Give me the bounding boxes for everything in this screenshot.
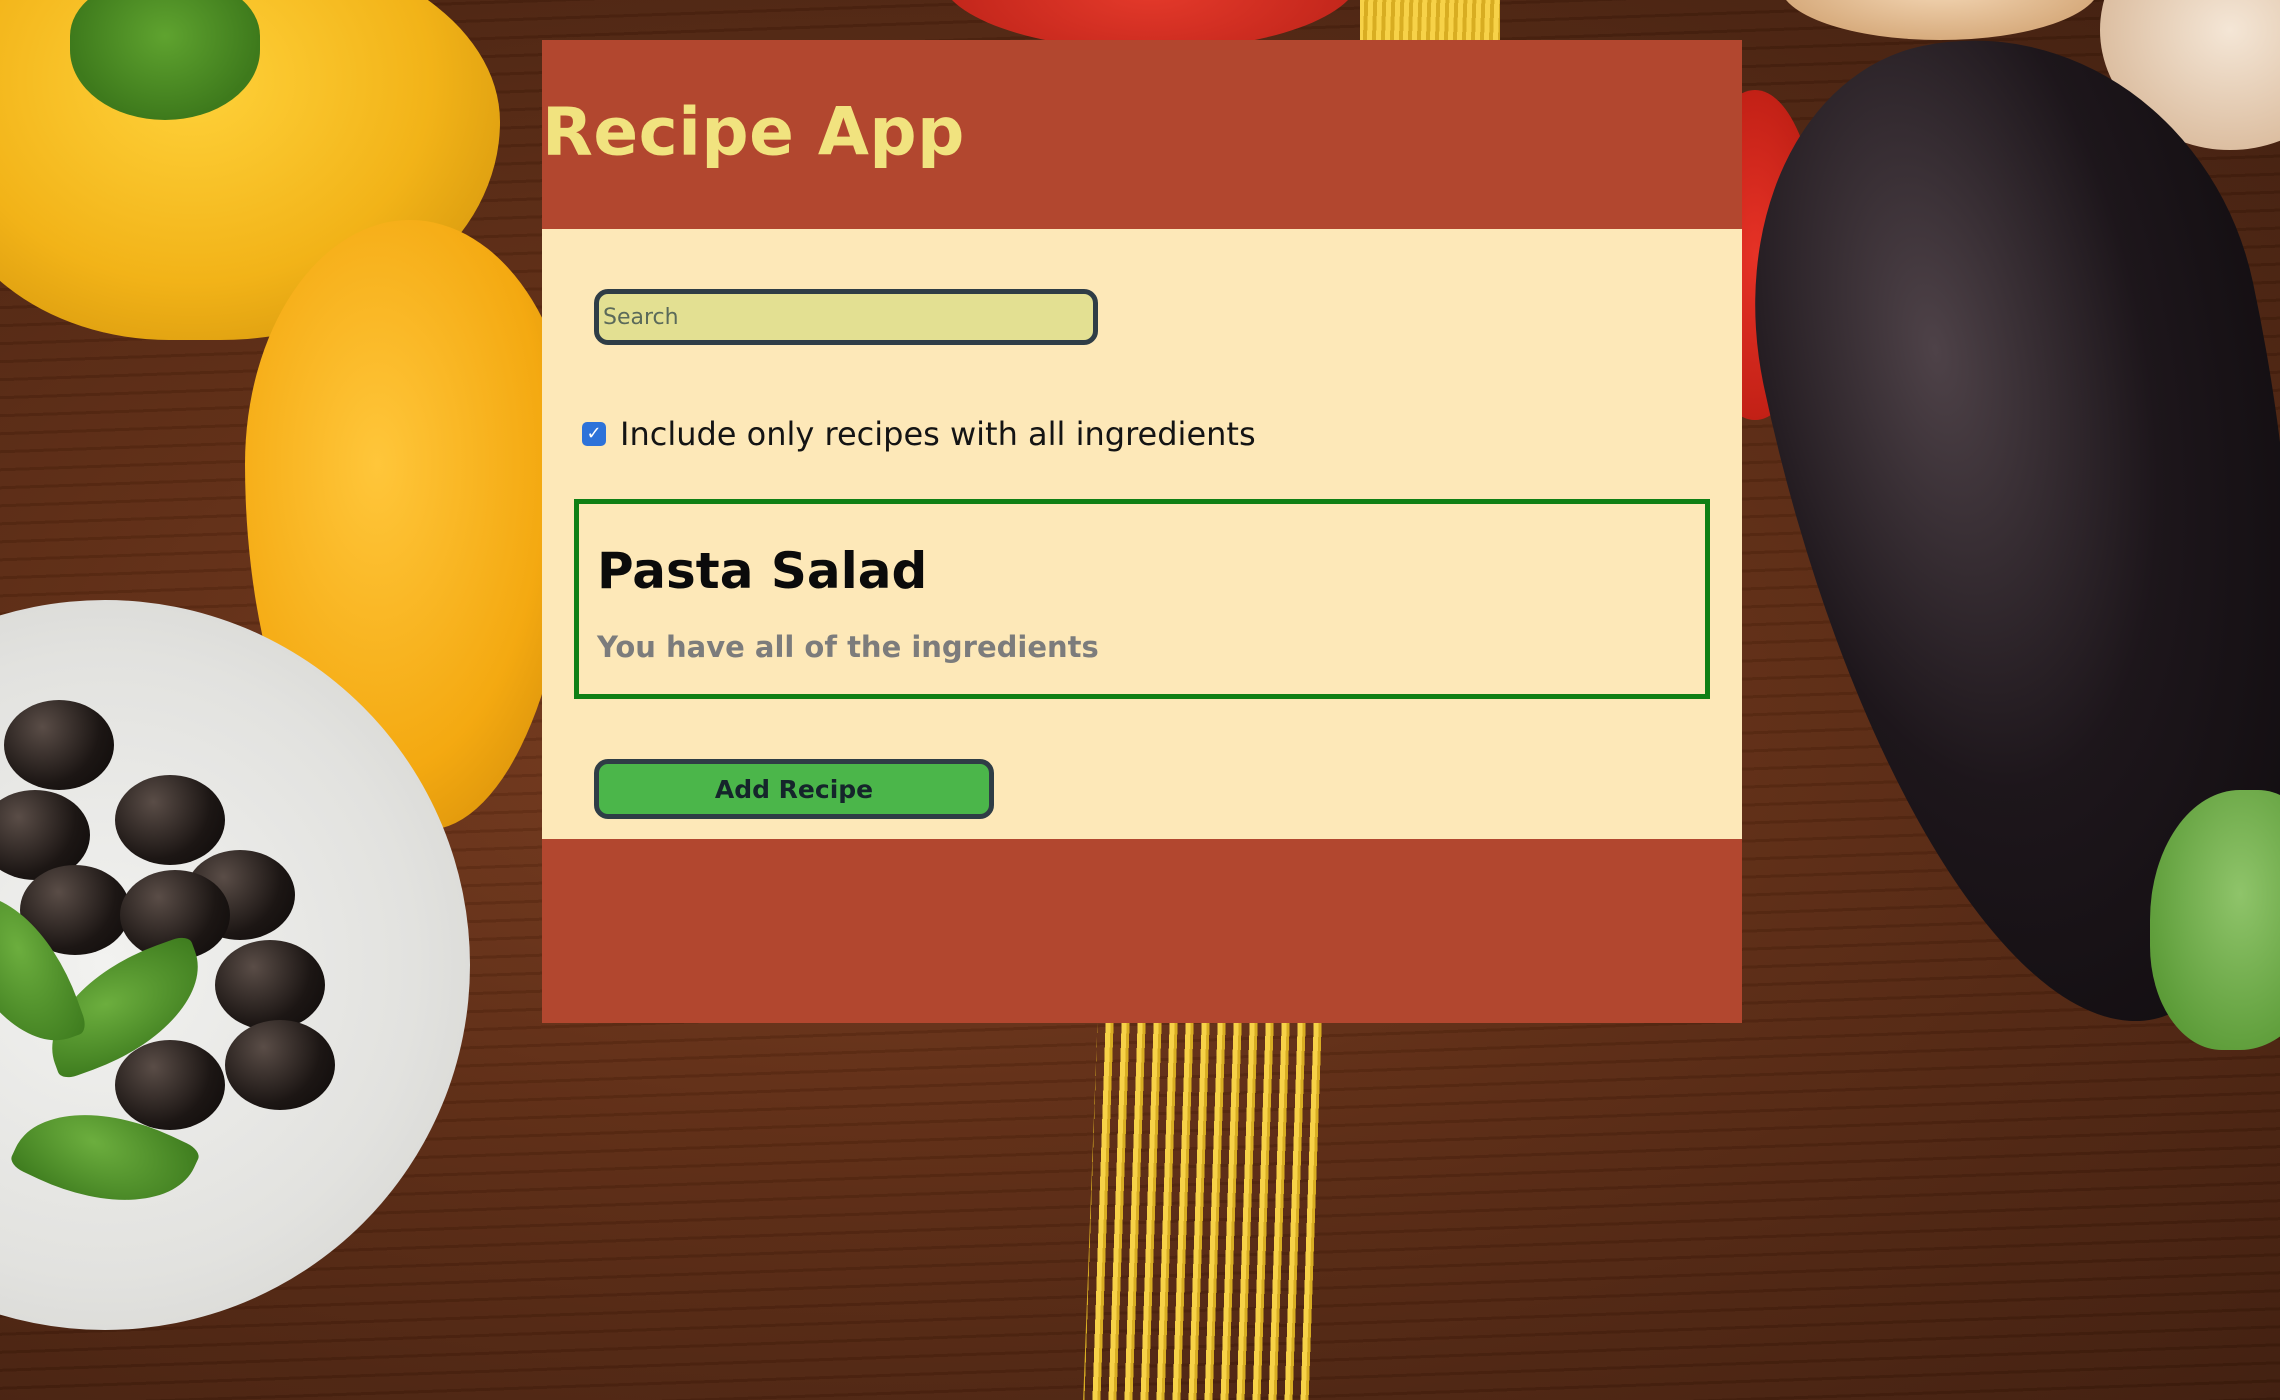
- filter-label[interactable]: Include only recipes with all ingredient…: [620, 415, 1256, 453]
- main-content: ✓ Include only recipes with all ingredie…: [542, 229, 1742, 839]
- app-header: Recipe App: [542, 40, 1742, 229]
- olive-image: [115, 1040, 225, 1130]
- app-title: Recipe App: [542, 93, 965, 171]
- filter-row: ✓ Include only recipes with all ingredie…: [582, 415, 1256, 453]
- search-input[interactable]: [594, 289, 1098, 345]
- include-all-ingredients-checkbox[interactable]: ✓: [582, 422, 606, 446]
- recipe-card[interactable]: Pasta Salad You have all of the ingredie…: [574, 499, 1710, 699]
- olive-image: [225, 1020, 335, 1110]
- olive-image: [4, 700, 114, 790]
- recipe-title: Pasta Salad: [597, 542, 928, 600]
- recipe-ingredient-status: You have all of the ingredients: [597, 630, 1099, 664]
- add-recipe-button[interactable]: Add Recipe: [594, 759, 994, 819]
- olive-image: [215, 940, 325, 1030]
- app-panel: Recipe App ✓ Include only recipes with a…: [542, 40, 1742, 1023]
- app-footer: [542, 839, 1742, 1023]
- spaghetti-top-image: [1360, 0, 1500, 40]
- olive-image: [115, 775, 225, 865]
- check-icon: ✓: [586, 423, 602, 444]
